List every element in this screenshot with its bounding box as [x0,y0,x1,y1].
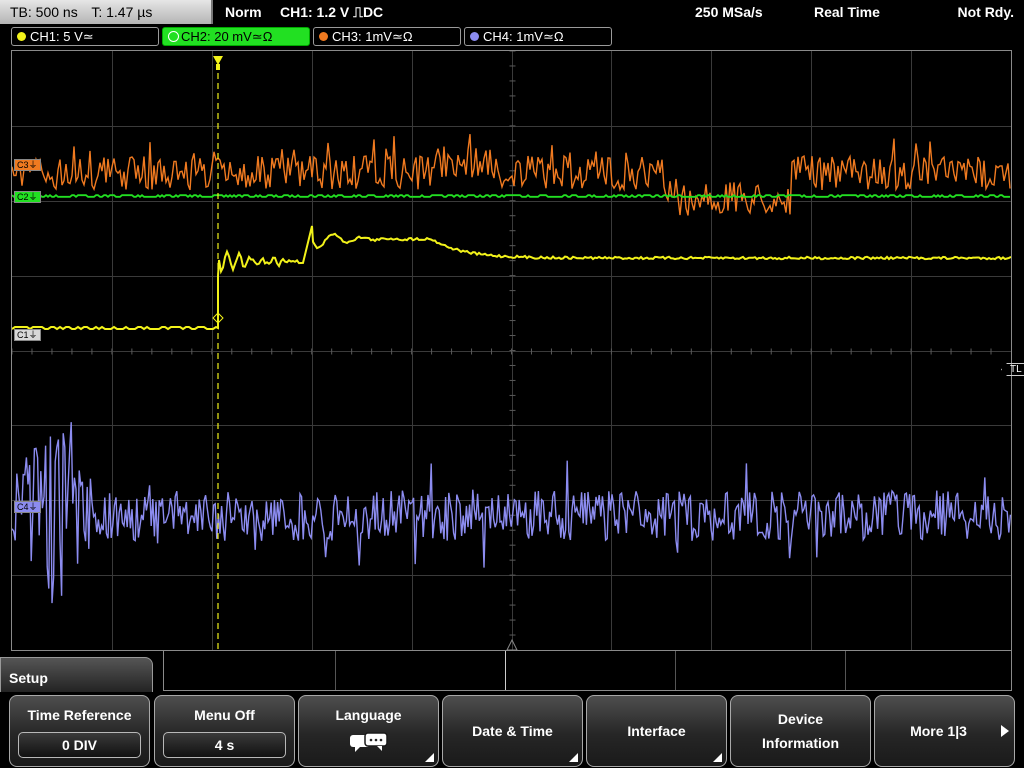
channel-tabs: CH1: 5 V≃ CH2: 20 mV≃Ω CH3: 1mV≃Ω CH4: 1… [0,26,1024,48]
menu-off-button[interactable]: Menu Off 4 s [154,695,295,767]
trigger-mode: Norm [225,4,262,20]
ch1-color-dot [17,32,26,41]
sample-rate: 250 MSa/s [695,4,763,20]
trigger-time-value: T: 1.47 µs [91,4,153,20]
trigger-position-marker [213,56,223,65]
strip-divider [675,651,676,690]
strip-divider [335,651,336,690]
strip-divider [845,651,846,690]
tab-ch2-label: CH2: 20 mV≃Ω [181,29,273,44]
acquisition-mode: Real Time [814,4,880,20]
tab-ch1[interactable]: CH1: 5 V≃ [11,27,159,46]
next-page-icon [1001,725,1009,737]
acquisition-state: Not Rdy. [957,4,1014,20]
device-information-label: Device Information [762,711,839,751]
date-time-label: Date & Time [472,723,553,739]
submenu-indicator-icon [569,753,578,762]
ch2-trace [12,194,1010,198]
tab-ch1-label: CH1: 5 V≃ [30,29,94,44]
menu-off-value[interactable]: 4 s [163,732,286,758]
interface-button[interactable]: Interface [586,695,727,767]
submenu-indicator-icon [425,753,434,762]
overview-strip [163,651,1012,691]
top-status-bar: TB: 500 ns T: 1.47 µs Norm CH1: 1.2 V ⎍D… [0,0,1024,24]
ch4-ground-marker[interactable]: C4⏚ [14,501,41,513]
ch2-ground-marker[interactable]: C2⏚ [14,191,41,203]
acquisition-status[interactable]: Norm CH1: 1.2 V ⎍DC 250 MSa/s Real Time … [215,0,1024,24]
tab-ch4-label: CH4: 1mV≃Ω [483,29,564,44]
language-label: Language [335,707,402,723]
tab-ch4[interactable]: CH4: 1mV≃Ω [464,27,612,46]
ch3-color-dot [319,32,328,41]
speech-bubbles-icon [350,732,388,752]
tab-ch3[interactable]: CH3: 1mV≃Ω [313,27,461,46]
ch3-ground-marker[interactable]: C3⏚ [14,159,41,171]
trigger-position-stem [216,64,220,70]
ch2-color-dot [168,31,179,42]
ch4-color-dot [470,32,479,41]
waveform-graticule [12,51,1011,650]
timebase-value: TB: 500 ns [10,4,78,20]
timebase-indicator[interactable]: TB: 500 ns T: 1.47 µs [0,0,213,24]
tab-ch3-label: CH3: 1mV≃Ω [332,29,413,44]
tab-ch2[interactable]: CH2: 20 mV≃Ω [162,27,310,46]
time-reference-button[interactable]: Time Reference 0 DIV [9,695,150,767]
menu-off-label: Menu Off [194,707,255,723]
time-reference-label: Time Reference [27,707,132,723]
interface-label: Interface [627,723,686,739]
strip-center-divider [505,651,506,690]
softkey-menu: Time Reference 0 DIV Menu Off 4 s Langua… [0,692,1024,768]
more-button[interactable]: More 1|3 [874,695,1015,767]
time-reference-value[interactable]: 0 DIV [18,732,141,758]
device-information-button[interactable]: Device Information [730,695,871,767]
waveform-display[interactable]: C1⏚ C2⏚ C3⏚ C4⏚ TL [11,50,1024,651]
more-label: More 1|3 [910,723,967,739]
submenu-indicator-icon [713,753,722,762]
ch1-ground-marker[interactable]: C1⏚ [14,329,41,341]
ch1-trace [12,225,1011,331]
language-button[interactable]: Language [298,695,439,767]
menu-title: Setup [0,657,153,693]
ch3-trace [12,134,1011,216]
date-time-button[interactable]: Date & Time [442,695,583,767]
trigger-setting: CH1: 1.2 V ⎍DC [280,4,384,20]
